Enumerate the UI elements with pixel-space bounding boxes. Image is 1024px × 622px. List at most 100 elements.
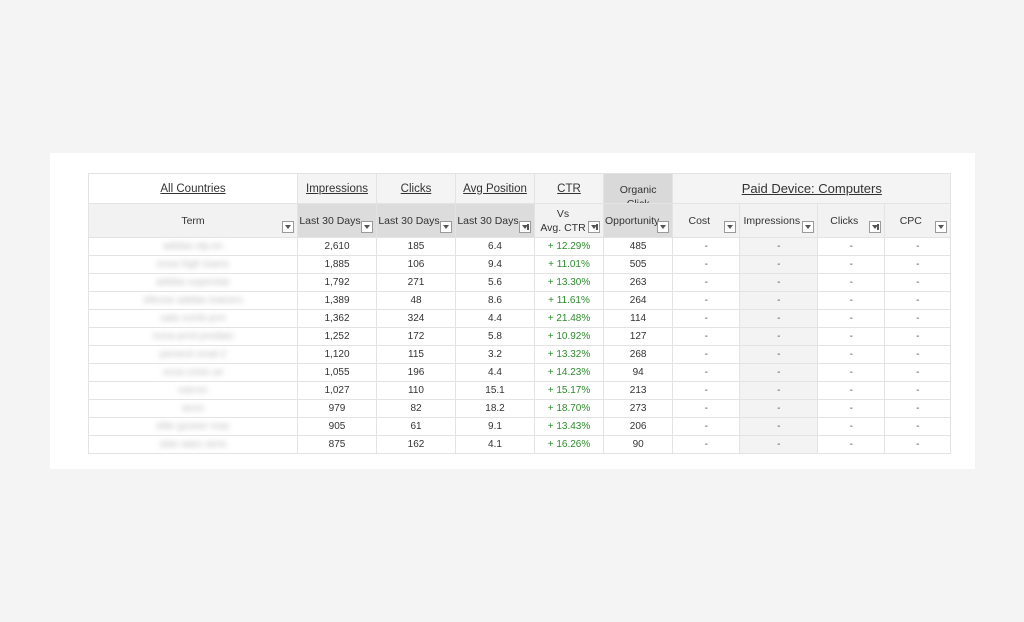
paid-impressions-cell: - xyxy=(739,273,819,292)
paid-cpc-cell: - xyxy=(884,255,952,274)
ctr-vs-avg-cell: + 13.32% xyxy=(534,345,604,364)
ctr-vs-avg-cell: + 13.43% xyxy=(534,417,604,436)
impressions-header-link[interactable]: Impressions xyxy=(306,183,368,195)
ctr-vs-line1: Vs xyxy=(556,207,570,220)
paid-cpc-cell: - xyxy=(884,291,952,310)
ctr-vs-avg-cell: + 16.26% xyxy=(534,435,604,454)
paid-clicks-cell: - xyxy=(817,309,886,328)
clicks-filter-dropdown-icon[interactable] xyxy=(440,221,452,233)
paid-device-group-header: Paid Device: Computers xyxy=(672,173,952,204)
avg-position-cell: 18.2 xyxy=(455,399,535,418)
paid-cost-cell: - xyxy=(672,363,741,382)
opportunity-cell: 94 xyxy=(602,363,674,382)
paid-cpc-cell: - xyxy=(884,309,952,328)
paid-impressions-filter-dropdown-icon[interactable] xyxy=(802,221,815,233)
paid-cost-cell: - xyxy=(672,435,741,454)
impressions-column-header: Last 30 Days xyxy=(297,203,377,238)
paid-cost-cell: - xyxy=(672,399,741,418)
ctr-vs-avg-cell: + 18.70% xyxy=(534,399,604,418)
opportunity-cell: 127 xyxy=(602,327,674,346)
paid-cost-cell: - xyxy=(672,273,741,292)
ctr-group-header: CTR xyxy=(534,173,604,204)
avg-position-column-header: Last 30 Days xyxy=(455,203,535,238)
impressions-filter-dropdown-icon[interactable] xyxy=(361,221,373,233)
term-column-header: Term xyxy=(88,203,298,238)
avg-position-cell: 8.6 xyxy=(455,291,535,310)
ctr-vs-avg-cell: + 15.17% xyxy=(534,381,604,400)
paid-clicks-filter-sort-icon[interactable] xyxy=(869,221,882,233)
paid-cpc-cell: - xyxy=(884,417,952,436)
clicks-cell: 271 xyxy=(376,273,456,292)
paid-cpc-cell: - xyxy=(884,237,952,256)
impressions-cell: 1,885 xyxy=(297,255,377,274)
avg-position-cell: 4.4 xyxy=(455,363,535,382)
clicks-cell: 196 xyxy=(376,363,456,382)
paid-clicks-cell: - xyxy=(817,399,886,418)
table-row: nona prml predato 1,252 172 5.8 + 10.92% 127-… xyxy=(88,327,952,346)
term-cell: ocsa cnsis ue xyxy=(88,363,298,382)
term-filter-dropdown-icon[interactable] xyxy=(282,221,294,233)
paid-cost-cell: - xyxy=(672,345,741,364)
keyword-report-table: All Countries Impressions Clicks Avg Pos… xyxy=(88,173,952,454)
paid-cost-cell: - xyxy=(672,417,741,436)
clicks-header-link[interactable]: Clicks xyxy=(401,183,432,195)
avg-position-cell: 6.4 xyxy=(455,237,535,256)
ctr-vs-avg-cell: + 21.48% xyxy=(534,309,604,328)
avg-position-cell: 9.4 xyxy=(455,255,535,274)
term-cell: adidas superstar xyxy=(88,273,298,292)
impressions-cell: 1,120 xyxy=(297,345,377,364)
table-row: pereeot srsal 2 1,120 115 3.2 + 13.32% 268- - -… xyxy=(88,345,952,364)
cost-filter-dropdown-icon[interactable] xyxy=(724,221,737,233)
clicks-group-header: Clicks xyxy=(376,173,456,204)
avg-position-header-link[interactable]: Avg Position xyxy=(463,183,527,195)
cost-column-header: Cost xyxy=(672,203,741,238)
avg-position-cell: 5.6 xyxy=(455,273,535,292)
paid-impressions-cell: - xyxy=(739,381,819,400)
ctr-vs-avg-cell: + 14.23% xyxy=(534,363,604,382)
avg-position-cell: 9.1 xyxy=(455,417,535,436)
term-cell: ellesse adidas trainers xyxy=(88,291,298,310)
clicks-cell: 82 xyxy=(376,399,456,418)
paid-device-header-link[interactable]: Paid Device: Computers xyxy=(742,181,882,196)
paid-cost-cell: - xyxy=(672,381,741,400)
paid-impressions-cell: - xyxy=(739,237,819,256)
cost-label: Cost xyxy=(688,214,711,227)
avg-position-filter-sort-icon[interactable] xyxy=(519,221,531,233)
organic-click-label: Organic Click xyxy=(619,183,657,204)
clicks-cell: 110 xyxy=(376,381,456,400)
ctr-header-link[interactable]: CTR xyxy=(557,183,581,195)
paid-impressions-cell: - xyxy=(739,255,819,274)
all-countries-cell: All Countries xyxy=(88,173,298,204)
ctr-vs-avg-cell: + 11.01% xyxy=(534,255,604,274)
clicks-column-header: Last 30 Days xyxy=(376,203,456,238)
cpc-filter-dropdown-icon[interactable] xyxy=(935,221,948,233)
opportunity-cell: 273 xyxy=(602,399,674,418)
table-row: stan wars sens 875 162 4.1 + 16.26% 90- - - - xyxy=(88,435,952,454)
impressions-cell: 875 xyxy=(297,435,377,454)
term-cell: nona prml predato xyxy=(88,327,298,346)
avg-position-group-header: Avg Position xyxy=(455,173,535,204)
ctr-vs-avg-cell: + 10.92% xyxy=(534,327,604,346)
opportunity-cell: 505 xyxy=(602,255,674,274)
group-header-row: All Countries Impressions Clicks Avg Pos… xyxy=(88,173,952,204)
avg-position-cell: 4.1 xyxy=(455,435,535,454)
avg-position-cell: 5.8 xyxy=(455,327,535,346)
paid-cost-cell: - xyxy=(672,309,741,328)
paid-clicks-cell: - xyxy=(817,273,886,292)
paid-clicks-label: Clicks xyxy=(830,214,859,227)
paid-cost-cell: - xyxy=(672,255,741,274)
paid-clicks-cell: - xyxy=(817,381,886,400)
ctr-filter-sort-icon[interactable] xyxy=(588,221,600,233)
paid-impressions-cell: - xyxy=(739,363,819,382)
term-column-label: Term xyxy=(181,214,205,227)
table-row: eosa high towns 1,885 106 9.4 + 11.01% 505- - -… xyxy=(88,255,952,274)
avg-position-cell: 4.4 xyxy=(455,309,535,328)
paid-impressions-cell: - xyxy=(739,291,819,310)
paid-cost-cell: - xyxy=(672,237,741,256)
term-cell: adidas.ntp.en xyxy=(88,237,298,256)
all-countries-link[interactable]: All Countries xyxy=(160,183,225,195)
paid-cpc-cell: - xyxy=(884,273,952,292)
impressions-cell: 905 xyxy=(297,417,377,436)
opportunity-filter-dropdown-icon[interactable] xyxy=(657,221,670,233)
paid-cost-cell: - xyxy=(672,327,741,346)
